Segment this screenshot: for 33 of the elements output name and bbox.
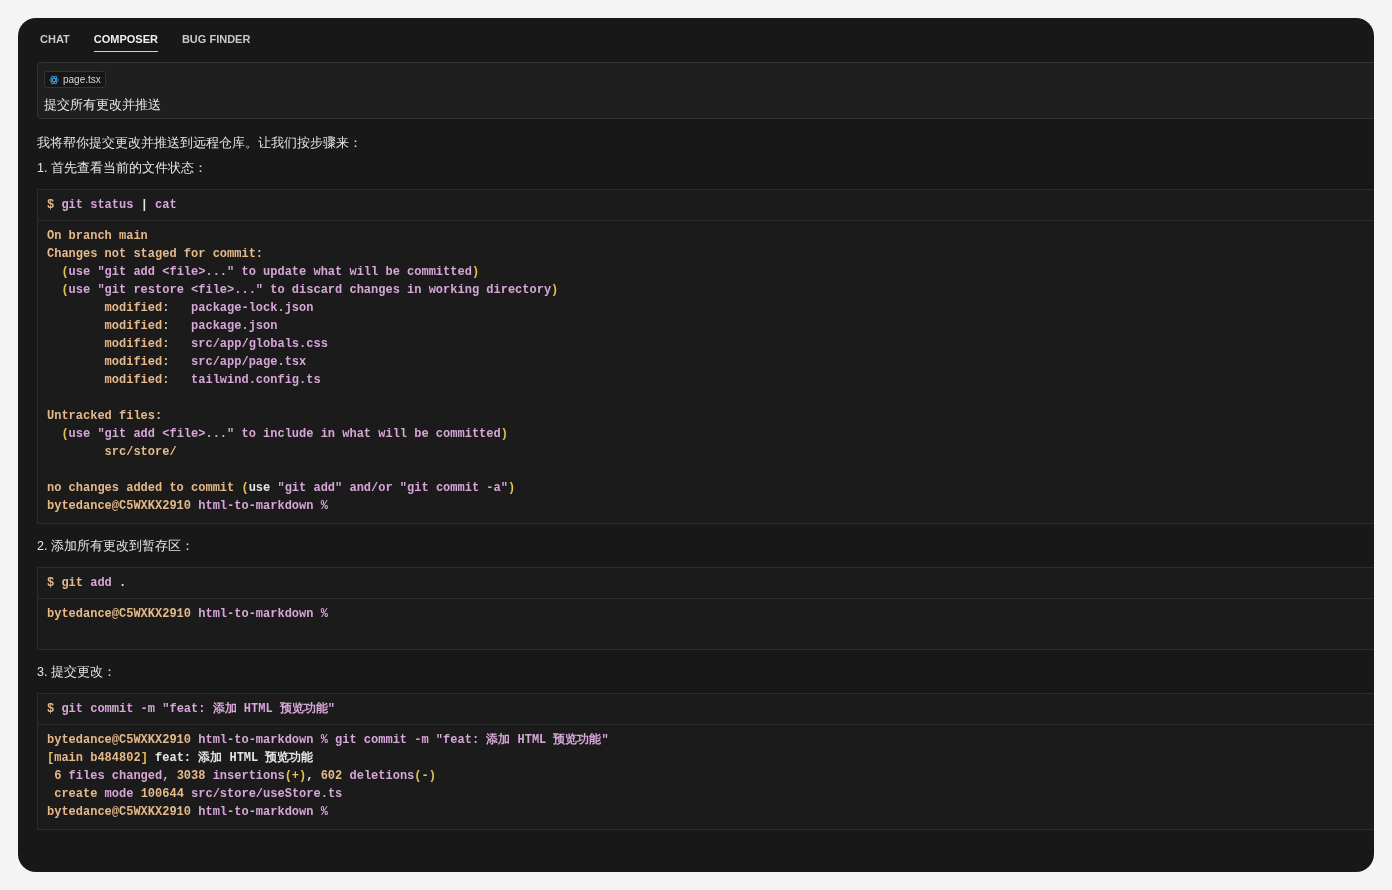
terminal-line: Changes not staged for commit: [47,245,265,263]
file-chip[interactable]: page.tsx [44,71,106,88]
terminal-command: $ git status | cat [38,189,1374,221]
terminal-command: $ git add . [38,567,1374,599]
terminal-line: (use "git add <file>..." to include in what will be committed) [60,425,509,443]
tab[interactable]: BUG FINDER [181,28,251,52]
message-text: 3. 提交更改： [37,663,117,681]
terminal-line: bytedance@C5WXKX2910 html-to-markdown % [47,803,329,821]
terminal-line: Untracked files: [47,407,164,425]
terminal-line: src/store/ [103,443,178,461]
terminal-line: modified: src/app/globals.css [103,335,329,353]
terminal-line: modified: tailwind.config.ts [103,371,322,389]
tab[interactable]: CHAT [40,28,70,52]
prompt-text: 提交所有更改并推送 [44,95,162,114]
atom-icon [49,74,59,85]
terminal-line: modified: package.json [103,317,279,335]
terminal-line: bytedance@C5WXKX2910 html-to-markdown % git commit -m "feat: 添加 HTML 预览功能" [47,731,610,749]
terminal-command: $ git commit -m "feat: 添加 HTML 预览功能" [38,693,1374,725]
terminal-line: modified: package-lock.json [103,299,315,317]
message-text: 我将帮你提交更改并推送到远程仓库。让我们按步骤来： [37,134,363,152]
terminal-line: create mode 100644 src/store/useStore.ts [53,785,344,803]
tab[interactable]: COMPOSER [93,28,158,52]
terminal-line: On branch main [47,227,149,245]
terminal-line: (use "git restore <file>..." to discard changes in working directory) [60,281,560,299]
terminal-line: bytedance@C5WXKX2910 html-to-markdown % [47,497,329,515]
message-text: 1. 首先查看当前的文件状态： [37,159,208,177]
terminal-line: (use "git add <file>..." to update what will be committed) [60,263,481,281]
terminal-line: [main b484802] feat: 添加 HTML 预览功能 [47,749,315,767]
terminal-line: 6 files changed, 3038 insertions(+), 602 deletions(-) [53,767,437,785]
terminal-line: modified: src/app/page.tsx [103,353,308,371]
terminal-line: no changes added to commit (use "git add" and/or "git commit -a") [47,479,517,497]
terminal-line: bytedance@C5WXKX2910 html-to-markdown % [47,605,329,623]
message-text: 2. 添加所有更改到暂存区： [37,537,195,555]
